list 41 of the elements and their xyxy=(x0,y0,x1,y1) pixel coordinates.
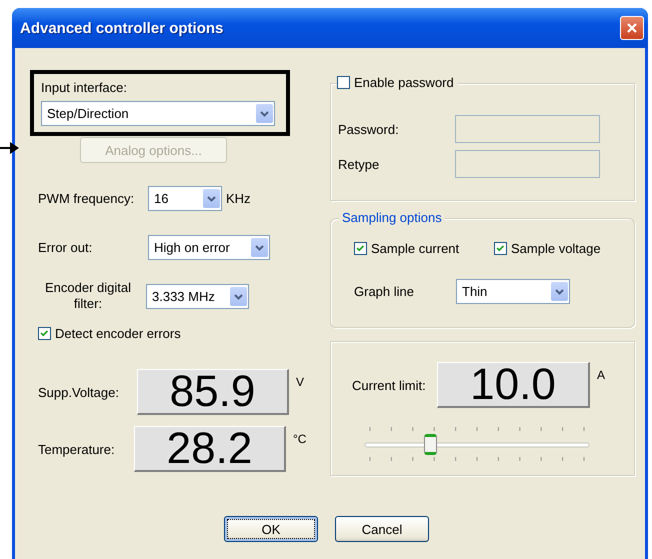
pwm-frequency-dropdown[interactable]: 16 xyxy=(148,186,222,211)
readout-display: 28.2 xyxy=(134,426,286,472)
checkbox[interactable] xyxy=(38,327,51,340)
group-title: Sampling options xyxy=(339,210,445,225)
close-icon xyxy=(625,21,639,35)
field-label: Password: xyxy=(338,122,399,136)
window-title: Advanced controller options xyxy=(20,20,224,36)
dialog-button[interactable]: OK xyxy=(224,516,318,542)
password-field[interactable] xyxy=(455,150,600,178)
readout-display: 10.0 xyxy=(437,362,590,408)
readout-display: 85.9 xyxy=(137,369,289,415)
input-interface-dropdown[interactable]: Step/Direction xyxy=(41,101,275,126)
error-out-dropdown[interactable]: High on error xyxy=(148,235,270,260)
readout-label: Supp.Voltage: xyxy=(38,384,120,400)
unit-label: °C xyxy=(293,432,306,446)
sampling-checkbox[interactable]: Sample voltage xyxy=(494,241,634,256)
field-label: Retype xyxy=(338,156,380,172)
field-label: PWM frequency: xyxy=(38,191,136,206)
current-limit-slider[interactable] xyxy=(364,424,590,464)
field-label: Graph line xyxy=(354,284,415,299)
checkbox[interactable] xyxy=(354,242,367,255)
enable-password-checkbox[interactable]: Enable password xyxy=(337,75,458,90)
dialog-button[interactable]: Cancel xyxy=(335,516,429,542)
detect-errors-checkbox[interactable]: Detect encoder errors xyxy=(38,326,330,341)
graph-line-dropdown[interactable]: Thin xyxy=(456,279,570,304)
sampling-checkbox[interactable]: Sample current xyxy=(354,241,494,256)
readout-label: Temperature: xyxy=(38,442,116,456)
checkbox[interactable] xyxy=(494,242,507,255)
checkbox[interactable] xyxy=(337,76,350,89)
field-label: Input interface: xyxy=(41,80,128,95)
unit-label: A xyxy=(597,368,606,382)
field-label: Error out: xyxy=(38,240,94,255)
field-label: Encoder digital filter: xyxy=(44,280,132,312)
unit-label: KHz xyxy=(226,191,251,206)
encoder-filter-dropdown[interactable]: 3.333 MHz xyxy=(146,284,249,308)
close-button[interactable] xyxy=(620,16,644,40)
slider-thumb[interactable] xyxy=(424,434,437,455)
readout-label: Current limit: xyxy=(352,378,427,392)
unit-label: V xyxy=(296,375,304,389)
arrow-icon xyxy=(0,140,20,156)
password-field[interactable] xyxy=(455,115,600,143)
